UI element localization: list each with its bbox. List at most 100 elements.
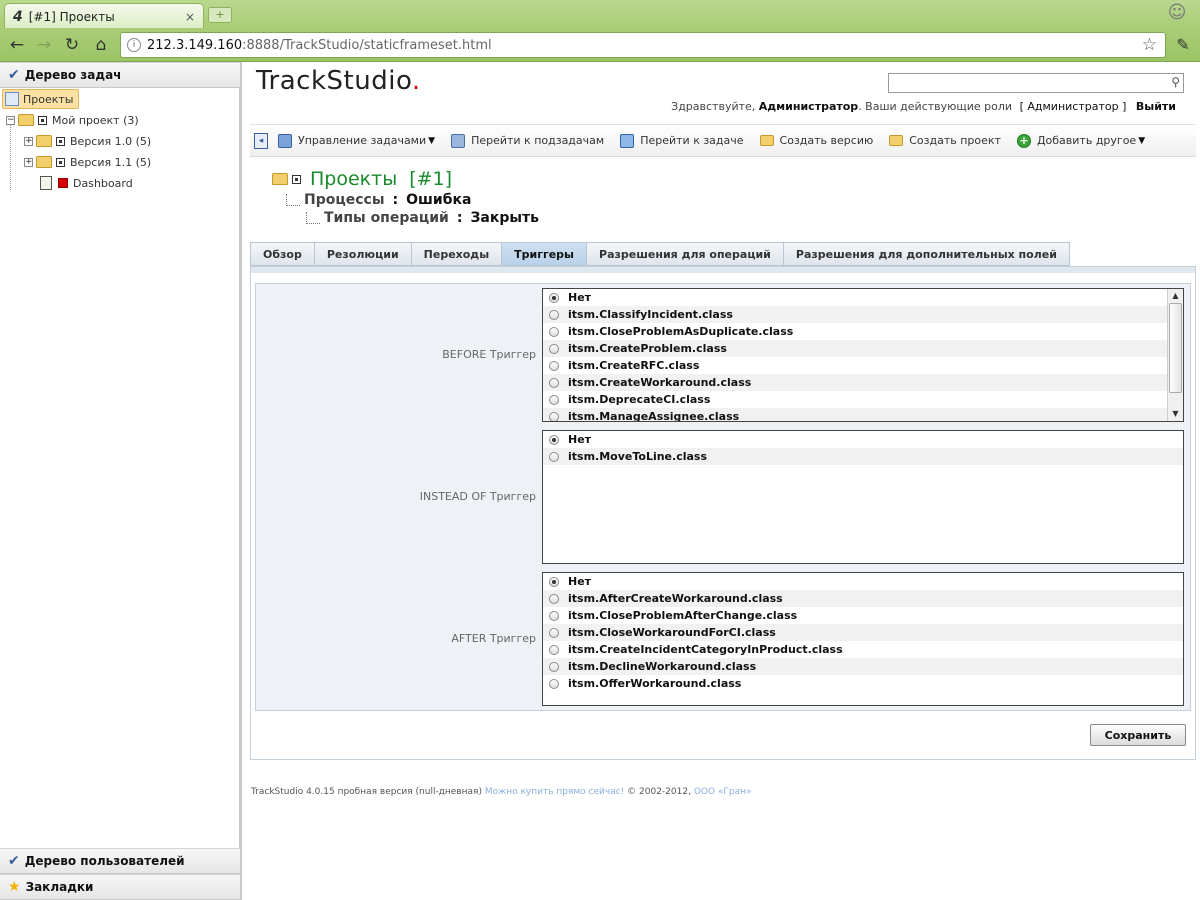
scrollbar-thumb[interactable]	[1169, 303, 1182, 393]
trigger-option[interactable]: itsm.DeclineWorkaround.class	[543, 658, 1183, 675]
create-version-button[interactable]: Создать версию	[759, 134, 873, 147]
trigger-option[interactable]: itsm.MoveToLine.class	[543, 448, 1183, 465]
back-button[interactable]: ←	[6, 34, 28, 56]
radio-button[interactable]	[549, 377, 559, 388]
trigger-option[interactable]: itsm.CloseProblemAfterChange.class	[543, 607, 1183, 624]
star-icon: ★	[8, 879, 21, 895]
scroll-down-icon[interactable]: ▼	[1168, 407, 1183, 421]
tab-custom-field-permissions[interactable]: Разрешения для дополнительных полей	[782, 242, 1070, 266]
trigger-option[interactable]: itsm.ClassifyIncident.class	[543, 306, 1167, 323]
search-icon[interactable]: ⚲	[1171, 75, 1180, 89]
radio-button[interactable]	[549, 627, 559, 638]
search-input[interactable]: ⚲	[888, 73, 1184, 93]
new-tab-button[interactable]: +	[208, 7, 232, 23]
radio-button[interactable]	[549, 434, 559, 445]
add-other-menu[interactable]: + Добавить другое ▼	[1016, 133, 1145, 148]
trigger-option[interactable]: Нет	[543, 573, 1183, 590]
radio-button[interactable]	[549, 343, 559, 354]
radio-button[interactable]	[549, 326, 559, 337]
trigger-option[interactable]: itsm.CloseWorkaroundForCI.class	[543, 624, 1183, 641]
manage-tasks-menu[interactable]: Управление задачами ▼	[278, 133, 435, 148]
scrollbar[interactable]: ▲ ▼	[1167, 289, 1183, 421]
star-icon[interactable]: ☆	[1142, 35, 1157, 55]
browser-tab[interactable]: 4 [#1] Проекты ×	[4, 3, 204, 29]
tree-connector-lines	[10, 120, 11, 190]
user-tree-title: Дерево пользователей	[24, 854, 185, 868]
reload-button[interactable]: ↻	[61, 34, 83, 56]
expand-icon[interactable]: +	[24, 157, 33, 167]
close-tab-icon[interactable]: ×	[185, 10, 195, 24]
radio-button[interactable]	[549, 360, 559, 371]
trigger-option[interactable]: itsm.CreateIncidentCategoryInProduct.cla…	[543, 641, 1183, 658]
trigger-option[interactable]: itsm.CloseProblemAsDuplicate.class	[543, 323, 1167, 340]
processes-value[interactable]: Ошибка	[406, 192, 471, 208]
expand-icon[interactable]: +	[24, 136, 33, 146]
trigger-option[interactable]: Нет	[543, 431, 1183, 448]
radio-button[interactable]	[549, 610, 559, 621]
radio-button[interactable]	[549, 309, 559, 320]
trigger-option[interactable]: itsm.CreateRFC.class	[543, 357, 1167, 374]
trigger-option-label: itsm.CreateRFC.class	[568, 359, 700, 372]
company-link[interactable]: ООО «Гран»	[694, 787, 752, 797]
after-trigger-list[interactable]: Нет itsm.AfterCreateWorkaround.class itsm.…	[542, 572, 1184, 706]
tree-item-label: Проекты	[23, 92, 74, 106]
operation-types-link[interactable]: Типы операций	[324, 210, 449, 226]
page-info-icon[interactable]: i	[127, 38, 141, 52]
tab-resolutions[interactable]: Резолюции	[313, 242, 411, 266]
instead-trigger-list[interactable]: Нет itsm.MoveToLine.class	[542, 430, 1184, 564]
trigger-option-label: itsm.ManageAssignee.class	[568, 410, 740, 422]
create-project-button[interactable]: Создать проект	[889, 134, 1001, 147]
radio-button[interactable]	[549, 576, 559, 587]
collapse-panel-icon[interactable]: ◂	[254, 132, 268, 149]
folder-icon	[36, 135, 52, 147]
tree-item-my-project[interactable]: − Мой проект (3)	[6, 110, 139, 130]
trigger-option[interactable]: itsm.OfferWorkaround.class	[543, 675, 1183, 692]
radio-button[interactable]	[549, 678, 559, 689]
trigger-option[interactable]: itsm.CreateWorkaround.class	[543, 374, 1167, 391]
radio-button[interactable]	[549, 593, 559, 604]
task-tree-header[interactable]: ✔ Дерево задач	[0, 62, 240, 88]
tab-bar: Обзор Резолюции Переходы Триггеры Разреш…	[250, 242, 1070, 266]
radio-button[interactable]	[549, 451, 559, 462]
radio-button[interactable]	[549, 661, 559, 672]
go-to-subtasks-button[interactable]: Перейти к подзадачам	[451, 133, 604, 148]
trackstudio-favicon-icon: 4	[13, 8, 23, 25]
collapse-icon[interactable]: −	[6, 115, 15, 125]
address-bar[interactable]: i 212.3.149.160 :8888/TrackStudio/static…	[120, 32, 1166, 58]
trigger-option[interactable]: itsm.CreateProblem.class	[543, 340, 1167, 357]
trackstudio-logo[interactable]: TrackStudio.	[256, 66, 421, 96]
tree-item-dashboard[interactable]: Dashboard	[40, 173, 133, 193]
roles-value[interactable]: [ Администратор ]	[1020, 100, 1127, 113]
user-name[interactable]: Администратор	[759, 100, 858, 113]
go-to-task-button[interactable]: Перейти к задаче	[620, 133, 744, 148]
radio-button[interactable]	[549, 644, 559, 655]
trigger-option[interactable]: itsm.ManageAssignee.class	[543, 408, 1167, 422]
bookmarks-header[interactable]: ★ Закладки	[0, 874, 240, 900]
tree-item-version-1-0[interactable]: + Версия 1.0 (5)	[24, 131, 151, 151]
tab-triggers[interactable]: Триггеры	[501, 242, 587, 266]
trigger-option[interactable]: Нет	[543, 289, 1167, 306]
logo-text: TrackStudio	[256, 66, 412, 96]
radio-button[interactable]	[549, 292, 559, 303]
radio-button[interactable]	[549, 394, 559, 405]
logout-link[interactable]: Выйти	[1136, 100, 1176, 113]
user-tree-header[interactable]: ✔ Дерево пользователей	[0, 848, 240, 874]
tab-operation-permissions[interactable]: Разрешения для операций	[586, 242, 783, 266]
task-status-icon	[292, 174, 301, 184]
tree-item-projects[interactable]: Проекты	[2, 89, 79, 109]
trigger-option[interactable]: itsm.AfterCreateWorkaround.class	[543, 590, 1183, 607]
breadcrumb-operation-types: Типы операций : Закрыть	[306, 210, 539, 226]
save-button[interactable]: Сохранить	[1090, 724, 1186, 746]
scroll-up-icon[interactable]: ▲	[1168, 289, 1183, 303]
tab-overview[interactable]: Обзор	[250, 242, 314, 266]
tree-item-version-1-1[interactable]: + Версия 1.1 (5)	[24, 152, 151, 172]
forward-button[interactable]: →	[33, 34, 55, 56]
wrench-icon[interactable]: ✎	[1172, 34, 1194, 56]
home-button[interactable]: ⌂	[90, 34, 112, 56]
radio-button[interactable]	[549, 411, 559, 421]
trigger-option[interactable]: itsm.DeprecateCI.class	[543, 391, 1167, 408]
tab-transitions[interactable]: Переходы	[410, 242, 502, 266]
buy-link[interactable]: Можно купить прямо сейчас!	[485, 787, 624, 797]
processes-link[interactable]: Процессы	[304, 192, 385, 208]
before-trigger-list[interactable]: Нет itsm.ClassifyIncident.class itsm.Close…	[542, 288, 1184, 422]
